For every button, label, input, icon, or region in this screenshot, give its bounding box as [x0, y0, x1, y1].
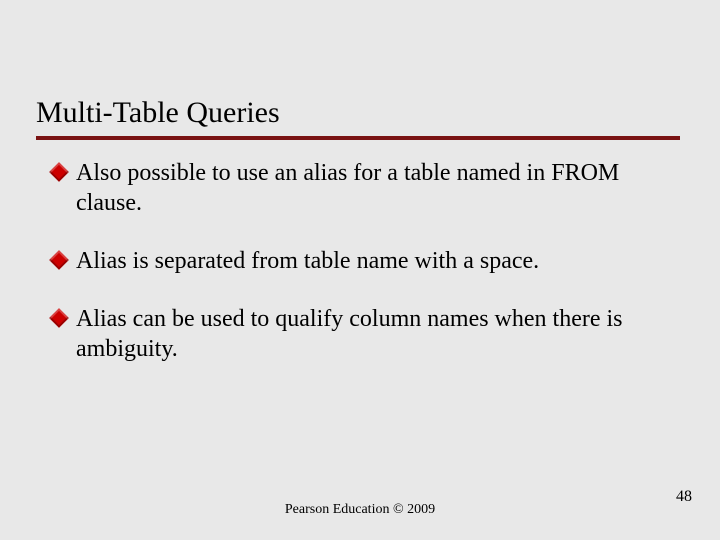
list-item: Also possible to use an alias for a tabl…: [52, 158, 672, 218]
list-item: Alias can be used to qualify column name…: [52, 304, 672, 364]
bullet-text: Also possible to use an alias for a tabl…: [76, 158, 672, 218]
list-item: Alias is separated from table name with …: [52, 246, 672, 276]
diamond-bullet-icon: [49, 162, 69, 182]
diamond-bullet-icon: [49, 308, 69, 328]
title-underline: [36, 136, 680, 140]
bullet-text: Alias can be used to qualify column name…: [76, 304, 672, 364]
page-number: 48: [676, 488, 692, 506]
slide: Multi-Table Queries Also possible to use…: [0, 0, 720, 540]
bullet-list: Also possible to use an alias for a tabl…: [52, 158, 672, 392]
bullet-text: Alias is separated from table name with …: [76, 246, 539, 276]
footer-text: Pearson Education © 2009: [0, 502, 720, 518]
diamond-bullet-icon: [49, 250, 69, 270]
slide-title: Multi-Table Queries: [36, 96, 280, 130]
